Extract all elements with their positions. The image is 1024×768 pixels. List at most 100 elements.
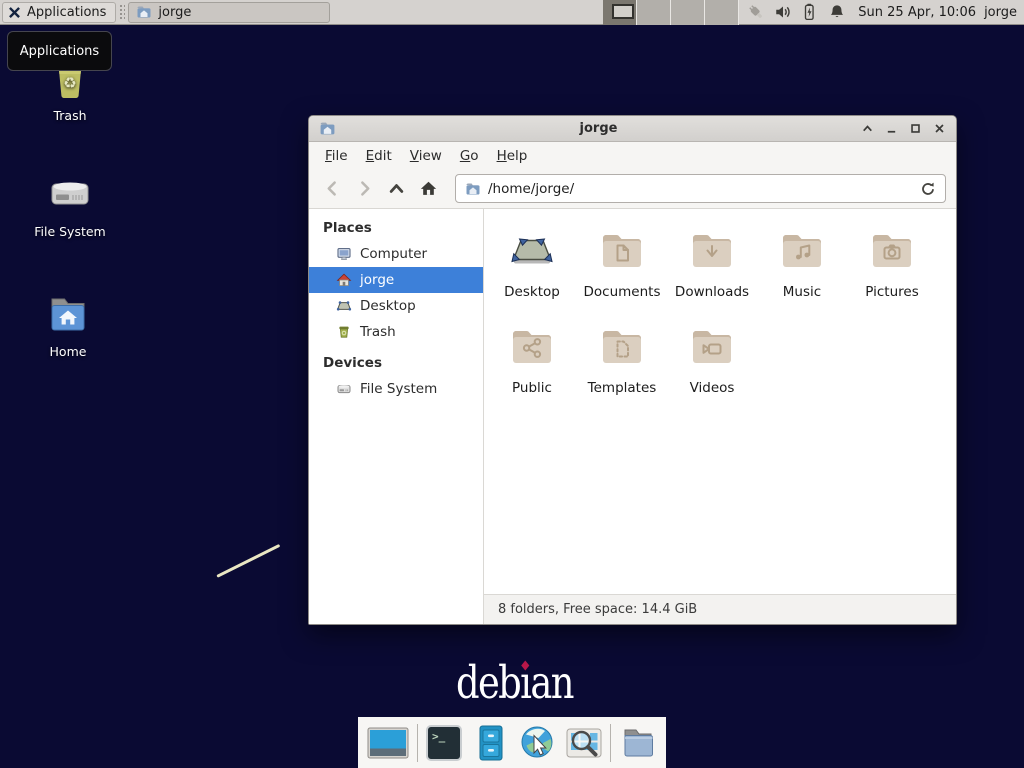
workspace-1[interactable] xyxy=(603,0,637,25)
panel-username[interactable]: jorge xyxy=(984,5,1017,20)
shade-button[interactable] xyxy=(861,122,874,135)
folder-item-videos[interactable]: Videos xyxy=(667,323,757,419)
folder-item-desktop[interactable]: Desktop xyxy=(487,227,577,323)
volume-icon[interactable] xyxy=(774,3,792,21)
location-bar[interactable]: /home/jorge/ xyxy=(455,174,946,203)
workspace-2[interactable] xyxy=(637,0,671,25)
folder-view: Desktop Documents xyxy=(484,209,956,594)
sidebar-item-label: File System xyxy=(360,381,437,397)
desktop-root: Applications jorge xyxy=(0,0,1024,768)
location-path[interactable]: /home/jorge/ xyxy=(488,181,913,197)
hard-drive-icon xyxy=(336,381,352,397)
notifications-bell-icon[interactable] xyxy=(828,3,846,21)
panel-clock[interactable]: Sun 25 Apr, 10:06 xyxy=(858,5,976,20)
forward-button[interactable] xyxy=(351,176,377,202)
workspace-window-preview xyxy=(612,4,634,19)
globe-browser-icon xyxy=(517,723,557,763)
computer-icon xyxy=(336,246,352,262)
toolbar: /home/jorge/ xyxy=(309,169,956,209)
minimize-button[interactable] xyxy=(885,122,898,135)
dock-separator xyxy=(610,724,611,762)
top-panel: Applications jorge xyxy=(0,0,1024,25)
applications-menu-button[interactable]: Applications xyxy=(2,2,116,23)
close-button[interactable] xyxy=(933,122,946,135)
open-folder-icon xyxy=(618,723,658,763)
menu-view[interactable]: View xyxy=(401,145,451,167)
dock-separator xyxy=(417,724,418,762)
app-finder-launcher[interactable] xyxy=(564,723,604,763)
folder-item-documents[interactable]: Documents xyxy=(577,227,667,323)
home-button[interactable] xyxy=(415,176,441,202)
workspace-4[interactable] xyxy=(705,0,739,25)
debian-logo-text: an xyxy=(530,656,572,709)
folder-item-downloads[interactable]: Downloads xyxy=(667,227,757,323)
sidebar-item-computer[interactable]: Computer xyxy=(309,241,483,267)
menu-help[interactable]: Help xyxy=(488,145,537,167)
cursor-artifact xyxy=(216,544,280,578)
pictures-folder-icon xyxy=(868,227,916,275)
workspace-3[interactable] xyxy=(671,0,705,25)
up-button[interactable] xyxy=(383,176,409,202)
folder-label: Music xyxy=(783,284,821,300)
sidebar-item-file-system[interactable]: File System xyxy=(309,376,483,402)
desktop-icon-label: Home xyxy=(20,344,116,359)
desktop-icon-file-system[interactable]: File System xyxy=(22,170,118,239)
folder-item-templates[interactable]: Templates xyxy=(577,323,667,419)
window-title: jorge xyxy=(336,121,861,136)
folder-icon xyxy=(136,4,152,20)
sidebar-item-label: Desktop xyxy=(360,298,416,314)
trash-icon xyxy=(336,324,352,340)
videos-folder-icon xyxy=(688,323,736,371)
taskbar-window-label: jorge xyxy=(158,5,191,20)
folder-launcher[interactable] xyxy=(618,723,658,763)
network-icon[interactable] xyxy=(747,3,765,21)
taskbar-window-button[interactable]: jorge xyxy=(128,2,330,23)
sidebar-item-trash[interactable]: Trash xyxy=(309,319,483,345)
battery-icon[interactable] xyxy=(801,3,819,21)
app-finder-icon xyxy=(564,723,604,763)
reload-icon[interactable] xyxy=(920,181,936,197)
tooltip-text: Applications xyxy=(20,44,99,59)
folder-label: Public xyxy=(512,380,552,396)
debian-logo-text: deb xyxy=(456,656,520,709)
folder-label: Desktop xyxy=(504,284,560,300)
web-browser-launcher[interactable] xyxy=(517,723,557,763)
menu-edit[interactable]: Edit xyxy=(357,145,401,167)
home-folder-icon xyxy=(44,290,92,338)
show-desktop-button[interactable] xyxy=(366,723,410,763)
folder-label: Templates xyxy=(588,380,657,396)
downloads-folder-icon xyxy=(688,227,736,275)
folder-label: Downloads xyxy=(675,284,749,300)
file-cabinet-icon xyxy=(471,723,511,763)
terminal-launcher[interactable]: >_ xyxy=(424,723,464,763)
desktop-icon xyxy=(508,227,556,275)
folder-item-pictures[interactable]: Pictures xyxy=(847,227,937,323)
menubar: File Edit View Go Help xyxy=(309,142,956,169)
svg-text:♻: ♻ xyxy=(63,74,76,92)
file-manager-window: jorge File Edit View Go Help xyxy=(308,115,957,625)
window-titlebar[interactable]: jorge xyxy=(309,116,956,142)
menu-go[interactable]: Go xyxy=(451,145,488,167)
maximize-button[interactable] xyxy=(909,122,922,135)
back-button[interactable] xyxy=(319,176,345,202)
public-folder-icon xyxy=(508,323,556,371)
taskbar-handle xyxy=(119,4,125,21)
sidebar-header-places: Places xyxy=(309,216,483,241)
folder-item-music[interactable]: Music xyxy=(757,227,847,323)
show-desktop-icon xyxy=(366,723,410,763)
system-tray xyxy=(747,3,846,21)
music-folder-icon xyxy=(778,227,826,275)
sidebar-item-desktop[interactable]: Desktop xyxy=(309,293,483,319)
workspace-switcher xyxy=(603,0,739,25)
sidebar-item-label: Trash xyxy=(360,324,396,340)
folder-item-public[interactable]: Public xyxy=(487,323,577,419)
statusbar: 8 folders, Free space: 14.4 GiB xyxy=(484,594,956,624)
documents-folder-icon xyxy=(598,227,646,275)
folder-label: Documents xyxy=(584,284,661,300)
desktop-icon-label: File System xyxy=(22,224,118,239)
desktop-icon-home[interactable]: Home xyxy=(20,290,116,359)
folder-label: Videos xyxy=(690,380,735,396)
menu-file[interactable]: File xyxy=(316,145,357,167)
sidebar-item-jorge[interactable]: jorge xyxy=(309,267,483,293)
file-manager-launcher[interactable] xyxy=(471,723,511,763)
